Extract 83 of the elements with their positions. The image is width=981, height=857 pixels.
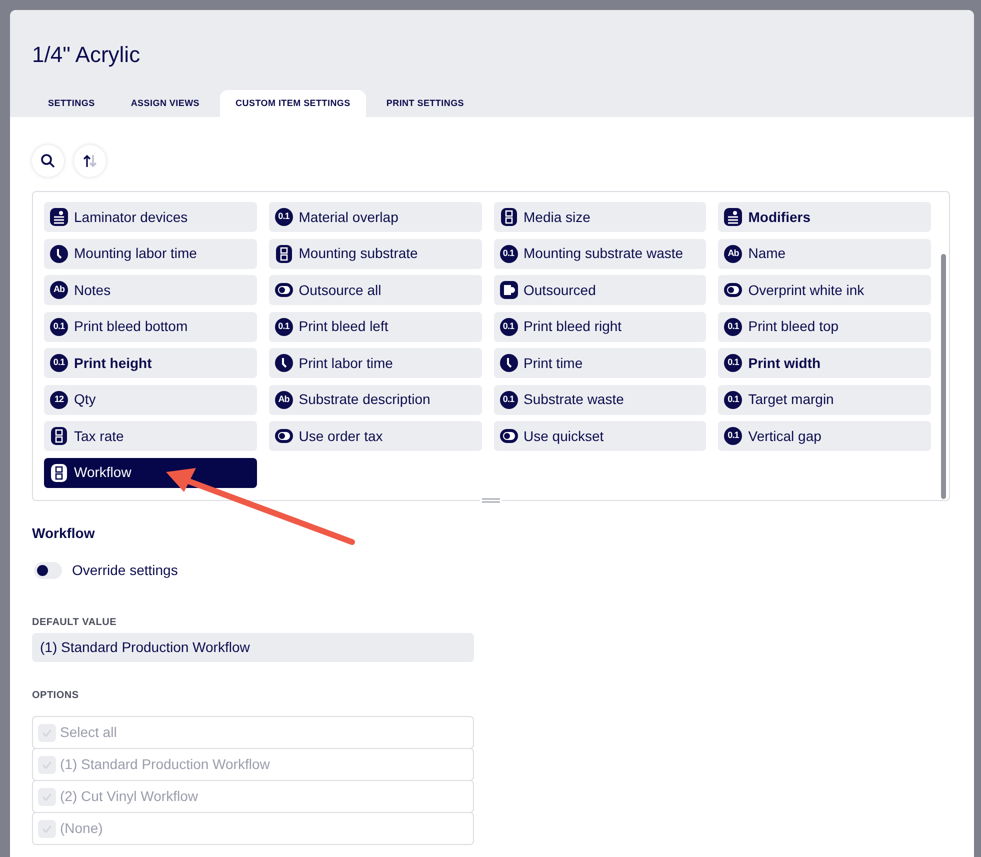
field-label: DEFAULT VALUE — [32, 616, 118, 630]
option-label: (None) — [60, 819, 103, 838]
search-button[interactable] — [32, 145, 64, 177]
check-icon — [41, 726, 53, 738]
item-chip[interactable]: 0.1 Print width — [718, 348, 931, 378]
list-icon — [50, 208, 68, 226]
check-icon — [41, 822, 53, 834]
toggle-icon — [500, 427, 518, 445]
item-chip[interactable]: Use quickset — [494, 421, 706, 451]
type-badge: 0.1 — [500, 390, 518, 408]
type-badge: 0.1 — [724, 318, 742, 336]
option-label: Select all — [60, 723, 117, 742]
item-chip[interactable]: 0.1 Mounting substrate waste — [494, 238, 706, 268]
check-icon — [41, 790, 53, 802]
clock-icon — [50, 244, 68, 262]
toggle-label: Override settings — [72, 561, 178, 580]
override-toggle[interactable] — [34, 562, 62, 579]
type-badge: Ab — [274, 390, 293, 408]
item-chip[interactable]: Media size — [494, 202, 706, 232]
sort-button[interactable] — [74, 145, 106, 177]
type-badge: 0.1 — [500, 318, 518, 336]
item-chip[interactable]: Ab Substrate description — [268, 384, 482, 414]
search-icon — [40, 153, 56, 169]
type-badge: 12 — [50, 390, 68, 408]
toggle-icon — [274, 281, 293, 299]
item-chip[interactable]: 0.1 Substrate waste — [494, 384, 706, 414]
toggle-icon — [724, 281, 742, 299]
list-icon — [724, 208, 742, 226]
checklist-icon — [50, 464, 68, 482]
item-chip[interactable]: 0.1 Material overlap — [268, 202, 482, 232]
type-badge: 0.1 — [500, 244, 518, 262]
item-chip[interactable]: Outsourced — [494, 275, 706, 305]
tab[interactable]: ASSIGN VIEWS — [114, 90, 216, 117]
toggle-icon — [274, 427, 293, 445]
item-chip[interactable]: Print labor time — [268, 348, 482, 378]
item-chip[interactable]: Tax rate — [44, 421, 257, 451]
item-chip[interactable]: Modifiers — [718, 202, 931, 232]
type-badge: 0.1 — [50, 318, 68, 336]
page-title: 1/4" Acrylic — [32, 41, 140, 69]
item-chip[interactable]: Print time — [494, 348, 706, 378]
item-chip[interactable]: 0.1 Vertical gap — [718, 421, 931, 451]
clock-icon — [500, 354, 518, 372]
item-chip[interactable]: Overprint white ink — [718, 275, 931, 305]
item-chip[interactable]: Ab Notes — [44, 275, 257, 305]
section-heading: Workflow — [32, 524, 96, 543]
type-badge: 0.1 — [724, 427, 742, 445]
item-chip[interactable]: 0.1 Print bleed right — [494, 312, 706, 342]
default-value-field[interactable]: (1) Standard Production Workflow — [32, 633, 474, 662]
sort-icon — [82, 153, 98, 169]
scrollbar[interactable] — [941, 254, 946, 499]
box-icon — [500, 281, 518, 299]
item-chip[interactable]: 0.1 Print bleed top — [718, 312, 931, 342]
type-badge: 0.1 — [274, 208, 293, 226]
item-chip[interactable]: Use order tax — [268, 421, 482, 451]
type-badge: Ab — [724, 244, 742, 262]
option-label: (1) Standard Production Workflow — [60, 755, 270, 774]
field-label: OPTIONS — [32, 689, 80, 703]
item-chip[interactable]: 12 Qty — [44, 384, 257, 414]
checklist-icon — [50, 427, 68, 445]
checklist-icon — [500, 208, 518, 226]
type-badge: Ab — [50, 281, 68, 299]
check-icon — [41, 758, 53, 770]
type-badge: 0.1 — [724, 354, 742, 372]
item-chip[interactable]: 0.1 Print bleed left — [268, 312, 482, 342]
item-chip[interactable]: Outsource all — [268, 275, 482, 305]
option-label: (2) Cut Vinyl Workflow — [60, 787, 198, 806]
item-chip[interactable]: 0.1 Target margin — [718, 384, 931, 414]
type-badge: 0.1 — [724, 390, 742, 408]
tab[interactable]: PRINT SETTINGS — [370, 90, 480, 117]
type-badge: 0.1 — [50, 354, 68, 372]
type-badge: 0.1 — [274, 318, 293, 336]
item-chip[interactable]: Workflow — [44, 458, 257, 488]
item-chip[interactable]: 0.1 Print bleed bottom — [44, 312, 257, 342]
tab[interactable]: SETTINGS — [32, 90, 111, 117]
clock-icon — [274, 354, 293, 372]
item-chip[interactable]: Mounting labor time — [44, 238, 257, 268]
resize-handle-icon[interactable] — [480, 495, 502, 505]
checklist-icon — [274, 244, 293, 262]
item-chip[interactable]: Ab Name — [718, 238, 931, 268]
tab[interactable]: CUSTOM ITEM SETTINGS — [220, 90, 366, 117]
item-chip[interactable]: 0.1 Print height — [44, 348, 257, 378]
item-chip[interactable]: Mounting substrate — [268, 238, 482, 268]
item-chip[interactable]: Laminator devices — [44, 202, 257, 232]
